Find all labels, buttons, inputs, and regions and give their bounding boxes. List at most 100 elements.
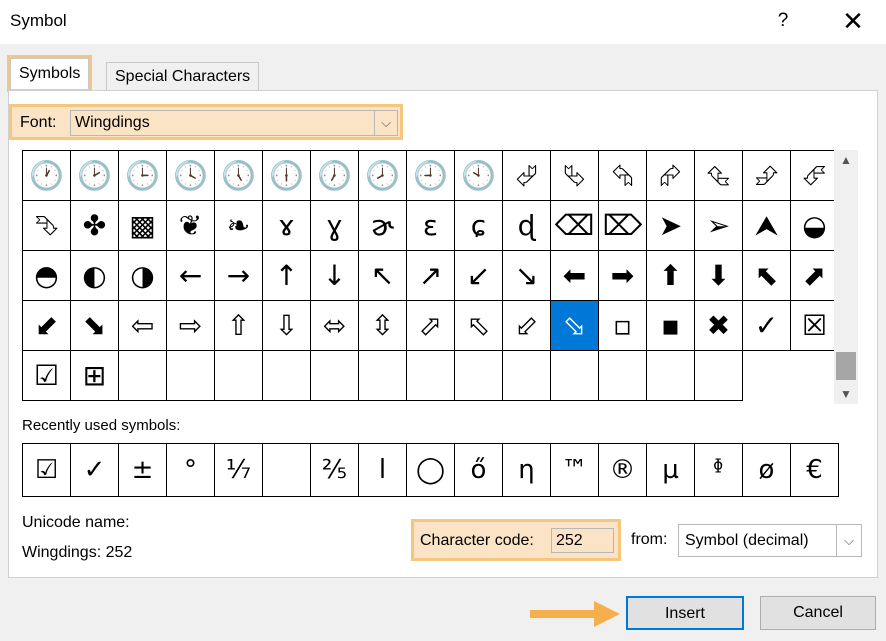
- symbol-cell[interactable]: 🕘: [407, 151, 455, 201]
- symbol-cell[interactable]: ⬉: [743, 251, 791, 301]
- recent-symbol-cell[interactable]: °: [167, 444, 215, 497]
- symbol-cell[interactable]: ⇨: [167, 301, 215, 351]
- character-code-input[interactable]: 252: [551, 528, 614, 553]
- symbol-cell[interactable]: ➡: [599, 251, 647, 301]
- symbol-cell[interactable]: →: [215, 251, 263, 301]
- recent-symbol-cell[interactable]: ◯: [407, 444, 455, 497]
- symbol-cell[interactable]: ▩: [119, 201, 167, 251]
- symbol-cell[interactable]: 🕓: [167, 151, 215, 201]
- symbol-cell[interactable]: ⮵: [743, 151, 791, 201]
- symbol-cell[interactable]: ⬇: [695, 251, 743, 301]
- symbol-cell[interactable]: ⬆: [647, 251, 695, 301]
- symbol-cell[interactable]: ɖ: [503, 201, 551, 251]
- symbol-cell[interactable]: [551, 351, 599, 401]
- tab-symbols[interactable]: Symbols: [10, 58, 90, 89]
- symbol-cell[interactable]: [695, 351, 743, 401]
- symbol-cell[interactable]: ⇦: [119, 301, 167, 351]
- symbol-cell[interactable]: ⬄: [311, 301, 359, 351]
- symbol-cell[interactable]: ⮱: [551, 151, 599, 201]
- symbol-cell[interactable]: ⬀: [407, 301, 455, 351]
- font-select[interactable]: Wingdings ⌵: [70, 110, 398, 136]
- symbol-cell[interactable]: ◓: [23, 251, 71, 301]
- symbol-cell[interactable]: 🕖: [311, 151, 359, 201]
- recent-symbol-cell[interactable]: €: [791, 444, 839, 497]
- symbol-cell[interactable]: ➤: [647, 201, 695, 251]
- symbol-cell[interactable]: ↗: [407, 251, 455, 301]
- symbol-cell[interactable]: ✓: [743, 301, 791, 351]
- close-button[interactable]: ✕: [838, 6, 868, 36]
- symbol-cell[interactable]: ▫: [599, 301, 647, 351]
- symbol-cell[interactable]: ➢: [695, 201, 743, 251]
- symbol-cell[interactable]: ↓: [311, 251, 359, 301]
- symbol-cell[interactable]: ↘: [503, 251, 551, 301]
- symbol-cell[interactable]: 🕒: [119, 151, 167, 201]
- symbol-cell[interactable]: ←: [167, 251, 215, 301]
- symbol-cell[interactable]: ⊞: [71, 351, 119, 401]
- symbol-cell[interactable]: ɤ: [263, 201, 311, 251]
- symbol-cell[interactable]: [119, 351, 167, 401]
- symbol-cell[interactable]: ⇩: [263, 301, 311, 351]
- symbol-cell[interactable]: ◒: [791, 201, 839, 251]
- symbol-cell[interactable]: [167, 351, 215, 401]
- symbol-cell[interactable]: ⮴: [695, 151, 743, 201]
- recent-symbol-cell[interactable]: ᶲ: [695, 444, 743, 497]
- symbol-cell[interactable]: [599, 351, 647, 401]
- chevron-down-icon[interactable]: ⌵: [374, 111, 397, 135]
- symbol-cell[interactable]: [407, 351, 455, 401]
- symbol-cell[interactable]: ⮶: [791, 151, 839, 201]
- recent-symbol-cell[interactable]: ő: [455, 444, 503, 497]
- symbol-cell[interactable]: ⬋: [23, 301, 71, 351]
- symbol-cell[interactable]: 🕔: [215, 151, 263, 201]
- recent-symbol-cell[interactable]: ø: [743, 444, 791, 497]
- symbol-cell[interactable]: ⌦: [599, 201, 647, 251]
- symbol-cell[interactable]: ↙: [455, 251, 503, 301]
- recent-symbol-cell[interactable]: ⅖: [311, 444, 359, 497]
- symbol-cell[interactable]: ɛ: [407, 201, 455, 251]
- symbol-cell-selected[interactable]: ⬂: [551, 301, 599, 351]
- recent-symbol-cell[interactable]: ⅐: [215, 444, 263, 497]
- symbol-cell[interactable]: ↖: [359, 251, 407, 301]
- symbol-cell[interactable]: [311, 351, 359, 401]
- symbol-cell[interactable]: ✤: [71, 201, 119, 251]
- symbol-cell[interactable]: [215, 351, 263, 401]
- symbol-cell[interactable]: ⇧: [215, 301, 263, 351]
- recent-symbol-cell[interactable]: ±: [119, 444, 167, 497]
- symbol-cell[interactable]: ⬃: [503, 301, 551, 351]
- symbol-cell[interactable]: [647, 351, 695, 401]
- symbol-cell[interactable]: ◑: [119, 251, 167, 301]
- chevron-down-icon[interactable]: ⌵: [836, 525, 861, 556]
- symbol-cell[interactable]: 🕕: [263, 151, 311, 201]
- symbol-cell[interactable]: 🕑: [71, 151, 119, 201]
- insert-button[interactable]: Insert: [626, 596, 744, 630]
- symbol-cell[interactable]: [359, 351, 407, 401]
- symbol-cell[interactable]: ɕ: [455, 201, 503, 251]
- symbol-cell[interactable]: ɚ: [359, 201, 407, 251]
- symbol-cell[interactable]: ☑: [23, 351, 71, 401]
- recent-symbol-cell[interactable]: ☑: [23, 444, 71, 497]
- recent-symbol-cell[interactable]: ™: [551, 444, 599, 497]
- tab-special-characters[interactable]: Special Characters: [106, 62, 260, 91]
- symbol-cell[interactable]: ⌫: [551, 201, 599, 251]
- scroll-up-icon[interactable]: ▲: [834, 150, 858, 170]
- cancel-button[interactable]: Cancel: [760, 596, 876, 630]
- symbol-cell[interactable]: ⬊: [71, 301, 119, 351]
- from-select[interactable]: Symbol (decimal) ⌵: [678, 524, 862, 557]
- symbol-cell[interactable]: ɣ: [311, 201, 359, 251]
- symbol-cell[interactable]: ◐: [71, 251, 119, 301]
- symbol-cell[interactable]: [503, 351, 551, 401]
- symbol-cell[interactable]: ⮳: [647, 151, 695, 201]
- symbol-grid-scrollbar[interactable]: ▲ ▼: [834, 150, 858, 404]
- symbol-cell[interactable]: ☒: [791, 301, 839, 351]
- symbol-cell[interactable]: ✖: [695, 301, 743, 351]
- scroll-thumb[interactable]: [836, 352, 856, 380]
- symbol-cell[interactable]: ⬈: [791, 251, 839, 301]
- symbol-cell[interactable]: ⮰: [503, 151, 551, 201]
- symbol-cell[interactable]: ⮷: [23, 201, 71, 251]
- scroll-down-icon[interactable]: ▼: [834, 384, 858, 404]
- symbol-cell[interactable]: ❧: [215, 201, 263, 251]
- symbol-cell[interactable]: 🕐: [23, 151, 71, 201]
- symbol-cell[interactable]: [263, 351, 311, 401]
- symbol-cell[interactable]: ⇳: [359, 301, 407, 351]
- symbol-cell[interactable]: 🕙: [455, 151, 503, 201]
- symbol-cell[interactable]: ↑: [263, 251, 311, 301]
